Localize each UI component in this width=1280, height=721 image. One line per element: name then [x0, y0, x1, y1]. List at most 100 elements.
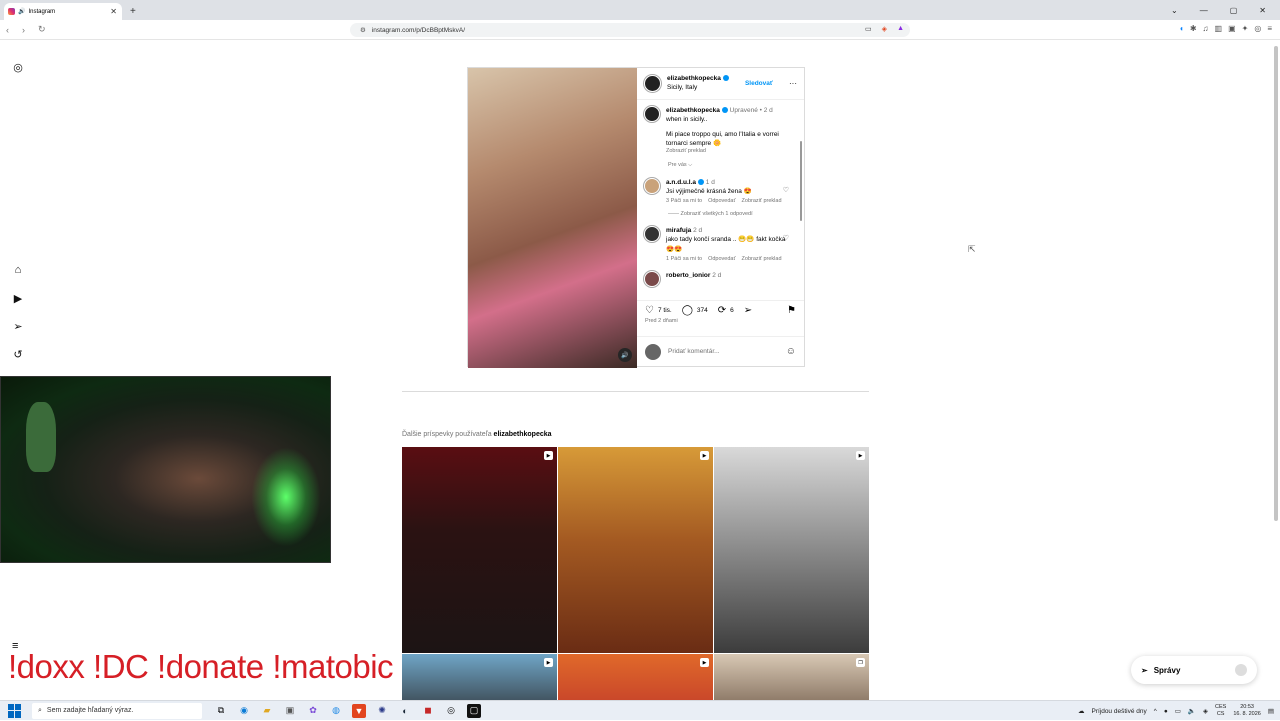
- view-replies[interactable]: —— Zobraziť všetkých 1 odpovedí: [668, 211, 797, 219]
- back-icon[interactable]: ‹: [6, 25, 16, 35]
- grid-post[interactable]: ▶: [714, 447, 869, 653]
- comment-user[interactable]: a.n.d.u.l.a: [666, 179, 696, 186]
- input-language[interactable]: CES CS: [1215, 704, 1226, 717]
- menu-icon[interactable]: ≡: [1267, 24, 1272, 33]
- start-button[interactable]: [8, 703, 22, 718]
- audio-icon[interactable]: ◖: [1179, 24, 1184, 33]
- close-window-button[interactable]: ✕: [1259, 6, 1266, 15]
- comment-likes[interactable]: 3 Páči sa mi to: [666, 198, 702, 206]
- comments-scrollbar[interactable]: [800, 141, 802, 221]
- reels-icon[interactable]: ▶: [10, 290, 26, 306]
- follow-button[interactable]: Sledovať: [745, 80, 773, 87]
- post-location[interactable]: Sicily, Italy: [667, 84, 729, 92]
- sidebar-icon[interactable]: ▥: [1215, 24, 1223, 33]
- comment-user[interactable]: roberto_ionior: [666, 272, 710, 279]
- taskbar-search[interactable]: ⌕ Sem zadajte hľadaný výraz.: [32, 702, 202, 719]
- vpn-icon[interactable]: ◎: [1254, 24, 1261, 33]
- site-info-icon[interactable]: ⚙: [360, 26, 366, 34]
- verified-icon: [721, 107, 728, 114]
- file-explorer-icon[interactable]: ▰: [260, 704, 274, 718]
- task-view-icon[interactable]: ⧉: [214, 704, 228, 718]
- notifications-icon[interactable]: ▤: [1268, 707, 1274, 715]
- repost-icon[interactable]: ⟳: [718, 305, 726, 316]
- more-options-icon[interactable]: ···: [789, 79, 797, 88]
- translate-link[interactable]: Zobraziť preklad: [742, 256, 782, 264]
- grid-post[interactable]: ▶: [558, 654, 713, 704]
- page-scrollbar[interactable]: [1274, 46, 1278, 521]
- like-comment-icon[interactable]: ♡: [783, 234, 789, 244]
- app-icon[interactable]: ◼: [421, 704, 435, 718]
- more-posts-username[interactable]: elizabethkopecka: [494, 431, 552, 438]
- avatar[interactable]: [644, 271, 660, 288]
- network-icon[interactable]: ▭: [1175, 707, 1181, 715]
- maximize-button[interactable]: ▢: [1230, 6, 1238, 15]
- tray-chevron-icon[interactable]: ^: [1154, 708, 1157, 715]
- avatar[interactable]: [644, 177, 660, 194]
- app-icon[interactable]: ✿: [306, 704, 320, 718]
- messages-icon[interactable]: ➢: [10, 318, 26, 334]
- minimize-button[interactable]: —: [1200, 6, 1208, 15]
- emoji-icon[interactable]: ☺: [786, 346, 796, 357]
- url-field[interactable]: ⚙ instagram.com/p/DcBBptMskvA/ ▭ ◈ ▲: [350, 23, 910, 37]
- instagram-logo-icon[interactable]: ◎: [10, 59, 26, 75]
- extension-toolbar: ◖ ✱ ♫ ▥ ▣ ✦ ◎ ≡: [1179, 24, 1272, 33]
- messages-button[interactable]: ➢ Správy: [1131, 656, 1257, 684]
- volume-icon[interactable]: 🔈: [1188, 707, 1196, 715]
- app-icon[interactable]: ✺: [375, 704, 389, 718]
- post-photo[interactable]: 🔊: [468, 68, 637, 368]
- app-icon[interactable]: ◍: [329, 704, 343, 718]
- app-icon[interactable]: ▢: [467, 703, 481, 718]
- steam-icon[interactable]: ◐: [398, 704, 412, 718]
- mic-icon[interactable]: ●: [1164, 708, 1168, 715]
- translate-link[interactable]: Zobraziť preklad: [666, 148, 797, 156]
- comment-likes[interactable]: 1 Páči sa mi to: [666, 256, 702, 264]
- rewards-icon[interactable]: ▲: [897, 25, 904, 33]
- post-username[interactable]: elizabethkopecka: [667, 75, 721, 82]
- avatar[interactable]: [644, 226, 660, 243]
- add-comment-input[interactable]: Pridať komentár...: [668, 348, 720, 355]
- grid-post[interactable]: ▶: [402, 654, 557, 704]
- grid-post[interactable]: ▶: [402, 447, 557, 653]
- tab-instagram[interactable]: 🔊 Instagram ✕: [4, 3, 122, 20]
- comment-icon[interactable]: ◯: [682, 305, 693, 316]
- share-icon[interactable]: ➢: [744, 305, 752, 316]
- caption-username[interactable]: elizabethkopecka: [666, 107, 720, 114]
- edge-icon[interactable]: ◉: [237, 704, 251, 718]
- home-icon[interactable]: ⌂: [10, 262, 26, 278]
- music-icon[interactable]: ♫: [1203, 24, 1209, 33]
- save-icon[interactable]: ⚑: [787, 305, 796, 316]
- wallet-icon[interactable]: ▣: [1228, 24, 1236, 33]
- forward-icon[interactable]: ›: [22, 25, 32, 35]
- comment-user[interactable]: mirafuja: [666, 227, 691, 234]
- like-icon[interactable]: ♡: [645, 305, 654, 316]
- search-icon[interactable]: ↺: [10, 346, 26, 362]
- more-posts-prefix: Ďalšie príspevky používateľa: [402, 431, 492, 438]
- for-you-filter[interactable]: Pre vás ⌵: [668, 162, 797, 170]
- close-tab-icon[interactable]: ✕: [110, 7, 117, 16]
- obs-icon[interactable]: ◎: [444, 704, 458, 718]
- translate-link[interactable]: Zobraziť preklad: [742, 198, 782, 206]
- reply-button[interactable]: Odpovedať: [708, 256, 735, 264]
- brave-icon[interactable]: ▼: [352, 703, 366, 718]
- clock[interactable]: 20:53 16. 8. 2026: [1233, 704, 1261, 717]
- weather-icon[interactable]: ☁: [1078, 707, 1085, 715]
- speaker-icon[interactable]: 🔊: [18, 8, 25, 15]
- like-comment-icon[interactable]: ♡: [783, 186, 789, 196]
- brave-shield-icon[interactable]: ◈: [882, 25, 887, 33]
- weather-text[interactable]: Príjdou deštivé dny: [1091, 708, 1146, 715]
- grid-post[interactable]: ▶: [558, 447, 713, 653]
- tab-search-icon[interactable]: ⌄: [1171, 6, 1178, 15]
- audio-toggle-icon[interactable]: 🔊: [618, 348, 632, 362]
- cast-icon[interactable]: ▭: [865, 25, 872, 33]
- reply-button[interactable]: Odpovedať: [708, 198, 735, 206]
- avatar[interactable]: [644, 106, 660, 122]
- extensions-icon[interactable]: ✱: [1190, 24, 1197, 33]
- grid-post[interactable]: ❐: [714, 654, 869, 704]
- avatar[interactable]: [644, 75, 661, 92]
- leo-icon[interactable]: ✦: [1242, 24, 1249, 33]
- tray-app-icon[interactable]: ◈: [1203, 707, 1208, 715]
- store-icon[interactable]: ▣: [283, 704, 297, 718]
- likes-count[interactable]: 7 tis.: [658, 307, 672, 314]
- reload-icon[interactable]: ↻: [38, 24, 48, 35]
- new-tab-button[interactable]: +: [130, 6, 136, 17]
